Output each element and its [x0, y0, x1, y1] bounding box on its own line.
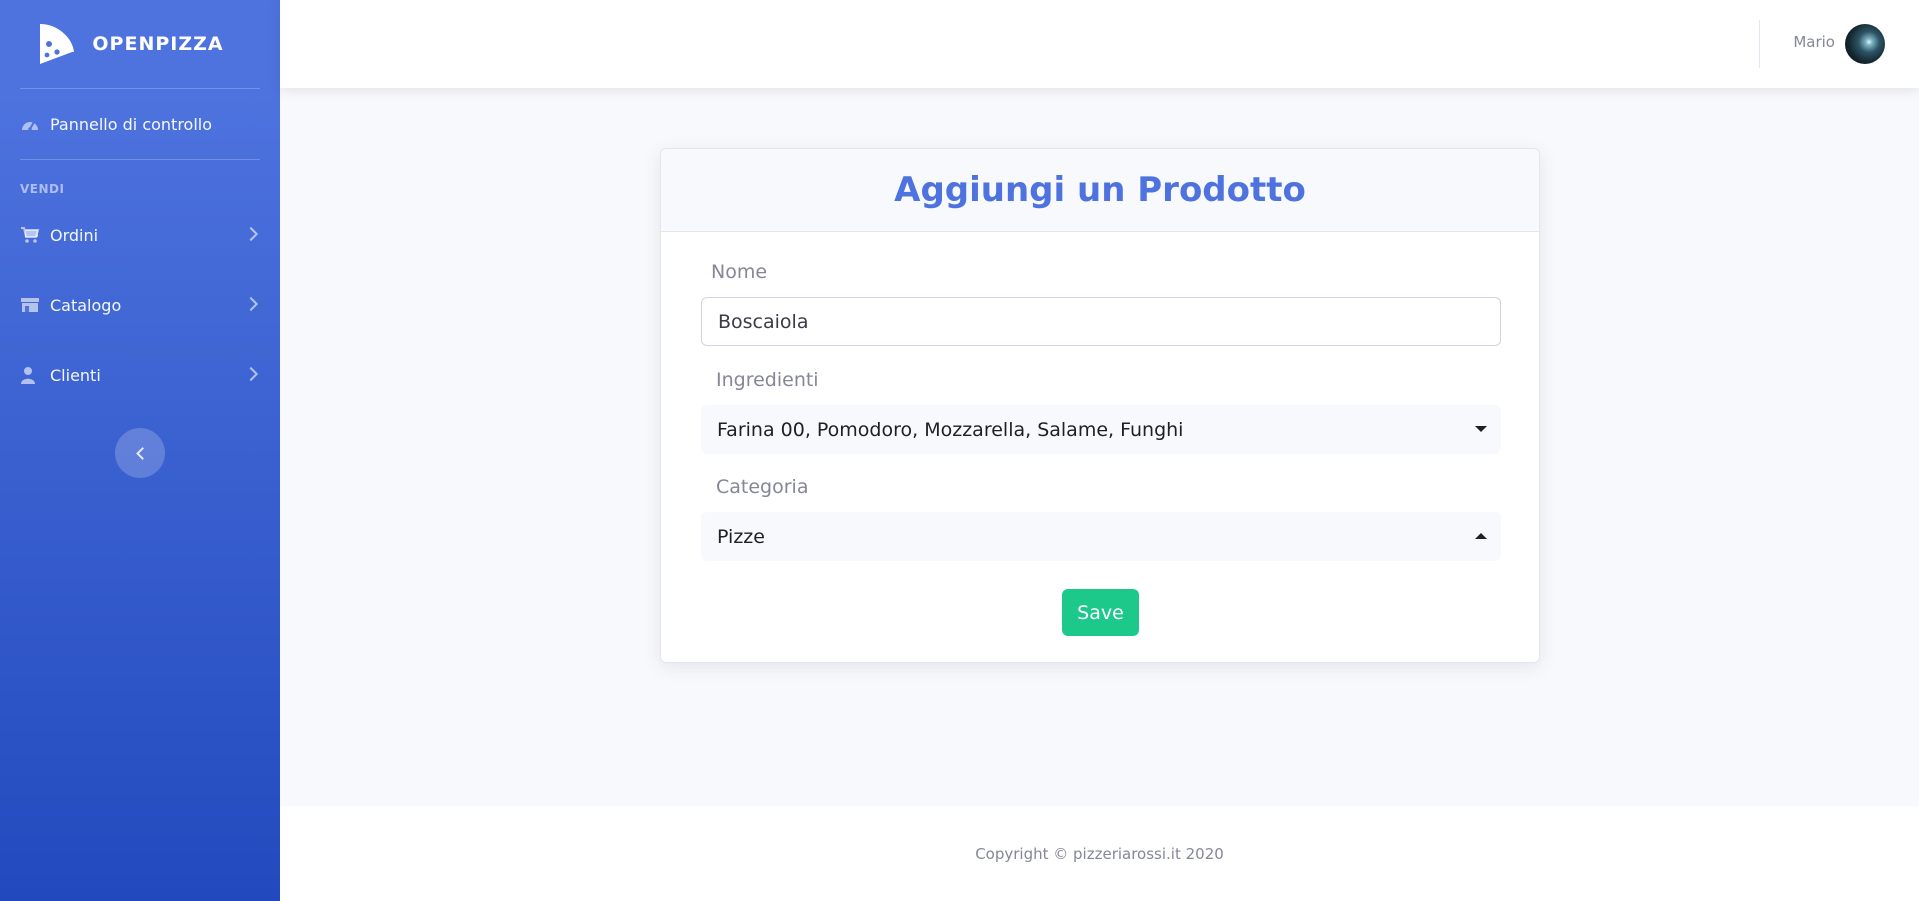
add-product-card: Aggiungi un Prodotto Nome Ingredienti Fa…: [660, 148, 1540, 663]
sidebar-item-label: Catalogo: [50, 295, 122, 315]
category-select[interactable]: Pizze: [701, 512, 1501, 561]
sidebar-item-label: Clienti: [50, 365, 101, 385]
sidebar-heading: VENDI: [20, 182, 65, 196]
store-icon: [21, 298, 39, 312]
sidebar-item-clienti[interactable]: Clienti: [0, 340, 280, 410]
ingredients-select[interactable]: Farina 00, Pomodoro, Mozzarella, Salame,…: [701, 405, 1501, 454]
sidebar: OPENPIZZA Pannello di controllo VENDI Or…: [0, 0, 280, 901]
category-label: Categoria: [716, 476, 809, 498]
category-value: Pizze: [717, 525, 765, 548]
footer: Copyright © pizzeriarossi.it 2020: [280, 806, 1919, 901]
user-icon: [21, 367, 35, 384]
brand-name: OPENPIZZA: [92, 33, 224, 55]
avatar[interactable]: [1845, 24, 1885, 64]
topbar-divider: [1759, 20, 1760, 68]
card-header: Aggiungi un Prodotto: [661, 149, 1539, 232]
name-input[interactable]: [701, 297, 1501, 346]
name-label: Nome: [711, 261, 768, 283]
caret-up-icon: [1475, 533, 1487, 539]
page-title: Aggiungi un Prodotto: [894, 170, 1306, 210]
sidebar-item-dashboard[interactable]: Pannello di controllo: [0, 89, 280, 159]
cart-icon: [21, 227, 40, 243]
save-button[interactable]: Save: [1062, 589, 1139, 636]
pizza-logo-icon: [40, 24, 75, 64]
tachometer-icon: [22, 121, 38, 131]
sidebar-toggle-button[interactable]: [115, 428, 165, 478]
sidebar-item-catalogo[interactable]: Catalogo: [0, 270, 280, 340]
chevron-left-icon: [135, 446, 149, 460]
sidebar-item-label: Ordini: [50, 225, 99, 245]
sidebar-item-ordini[interactable]: Ordini: [0, 200, 280, 270]
ingredients-value: Farina 00, Pomodoro, Mozzarella, Salame,…: [717, 418, 1184, 441]
chevron-right-icon: [243, 226, 259, 242]
caret-down-icon: [1475, 426, 1487, 432]
topbar: Mario: [280, 0, 1919, 88]
sidebar-item-label: Pannello di controllo: [50, 114, 213, 134]
copyright-text: Copyright © pizzeriarossi.it 2020: [975, 844, 1224, 863]
chevron-right-icon: [243, 366, 259, 382]
user-name[interactable]: Mario: [1793, 33, 1835, 51]
chevron-right-icon: [243, 296, 259, 312]
ingredients-label: Ingredienti: [716, 369, 819, 391]
brand[interactable]: OPENPIZZA: [0, 0, 280, 88]
